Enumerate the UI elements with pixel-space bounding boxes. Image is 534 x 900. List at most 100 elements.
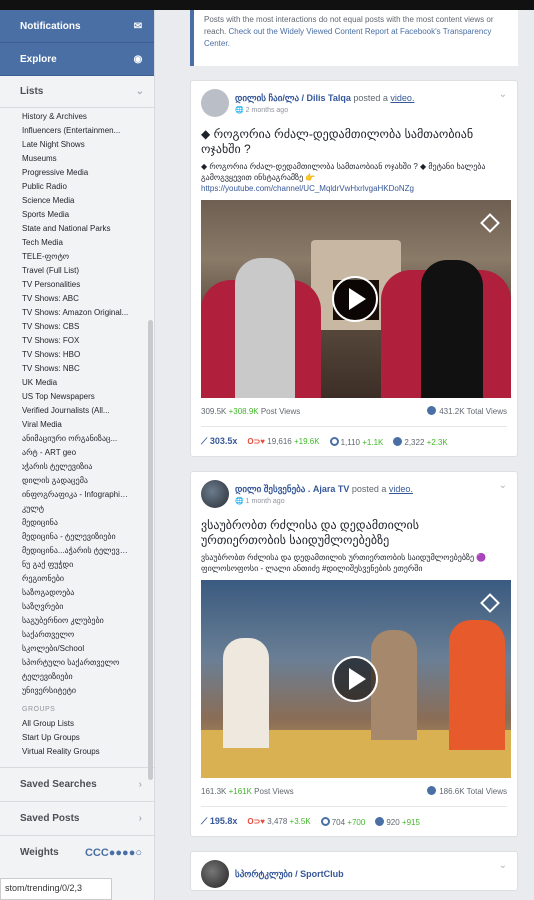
post-desc-text: ◆ როგორია რძალ-დედამთილობა სამთაობიან ოჯ…: [201, 162, 486, 182]
list-item[interactable]: Tech Media: [22, 236, 130, 250]
person: [235, 258, 295, 398]
chevron-right-icon: ›: [138, 813, 142, 824]
saved-posts-label: Saved Posts: [20, 813, 80, 824]
total-views-icon: [427, 406, 437, 415]
lists-list: History & Archives Influencers (Entertain…: [0, 108, 154, 698]
list-item[interactable]: Travel (Full List): [22, 264, 130, 278]
list-item[interactable]: Museums: [22, 152, 130, 166]
overperform-ratio: ⟋ 303.5x: [201, 436, 237, 447]
reactions-icon: O⊃♥: [247, 437, 266, 446]
list-item[interactable]: TV Shows: ABC: [22, 292, 130, 306]
list-item[interactable]: Progressive Media: [22, 166, 130, 180]
list-item[interactable]: US Top Newspapers: [22, 390, 130, 404]
weights[interactable]: Weights CCC●●●●○: [0, 835, 154, 869]
list-item[interactable]: TV Shows: CBS: [22, 320, 130, 334]
list-item[interactable]: რეგიონები: [22, 572, 130, 586]
video-link[interactable]: video.: [390, 93, 414, 103]
play-icon[interactable]: [332, 656, 378, 702]
avatar[interactable]: [201, 89, 229, 117]
list-item[interactable]: Public Radio: [22, 180, 130, 194]
overperform-ratio: ⟋ 195.8x: [201, 816, 237, 827]
post-description: ვსაუბრობთ რძლისა და დედამთილის ურთიერთობ…: [201, 553, 487, 573]
list-item[interactable]: ინფოგრაფიკა - Infographic...: [22, 488, 130, 502]
total-views: 431.2K Total Views: [427, 406, 507, 416]
post-views-value: 161.3K: [201, 786, 227, 796]
share-diamond-icon[interactable]: [480, 593, 500, 613]
ratio-value: 303.5x: [209, 436, 238, 446]
avatar[interactable]: [201, 480, 229, 508]
list-item[interactable]: TV Shows: NBC: [22, 362, 130, 376]
author-name[interactable]: სპორტკლუბი / SportClub: [235, 869, 344, 879]
list-item[interactable]: Viral Media: [22, 418, 130, 432]
post-title: ვსაუბრობთ რძლისა და დედამთილის ურთიერთობ…: [201, 518, 420, 547]
list-item[interactable]: ნუ გაქ ფუჭდი: [22, 558, 130, 572]
group-item[interactable]: All Group Lists: [22, 717, 130, 731]
group-item[interactable]: Virtual Reality Groups: [22, 745, 130, 759]
group-item[interactable]: Start Up Groups: [22, 731, 130, 745]
chevron-down-icon[interactable]: ⌄: [499, 480, 507, 491]
list-item[interactable]: State and National Parks: [22, 222, 130, 236]
post-card: ⌄ დილის ჩაი/ლა / Dilis Talqa posted a vi…: [190, 80, 518, 457]
timestamp: 🌐 1 month ago: [235, 497, 285, 505]
list-item[interactable]: სპორტული საქართველო: [22, 656, 130, 670]
shares-value: 2,322: [404, 437, 425, 447]
list-item[interactable]: საქართველო: [22, 628, 130, 642]
comment-icon: [320, 816, 330, 826]
list-item[interactable]: უნივერსიტეტი: [22, 684, 130, 698]
list-item[interactable]: არტ - ART geo: [22, 446, 130, 460]
timestamp-text: 2 months ago: [245, 106, 289, 114]
list-item[interactable]: საზოგადოება: [22, 586, 130, 600]
compass-icon: ◉: [133, 53, 143, 65]
list-item[interactable]: TV Shows: HBO: [22, 348, 130, 362]
list-item[interactable]: მედიცინა - ტელევიზიები: [22, 530, 130, 544]
nav-notifications[interactable]: Notifications ✉: [0, 10, 154, 43]
list-item[interactable]: დილის გადაცემა: [22, 474, 130, 488]
list-item[interactable]: მედიცინა: [22, 516, 130, 530]
list-item[interactable]: UK Media: [22, 376, 130, 390]
saved-searches[interactable]: Saved Searches ›: [0, 767, 154, 801]
list-item[interactable]: Sports Media: [22, 208, 130, 222]
list-item[interactable]: History & Archives: [22, 110, 130, 124]
views-row: 309.5K +308.9K Post Views 431.2K Total V…: [201, 404, 507, 418]
comments-delta: +700: [347, 817, 366, 827]
list-item[interactable]: საგუბერნიო კლუბები: [22, 614, 130, 628]
views-row: 161.3K +161K Post Views 186.6K Total Vie…: [201, 784, 507, 798]
saved-posts[interactable]: Saved Posts ›: [0, 801, 154, 835]
list-item[interactable]: TV Shows: Amazon Original...: [22, 306, 130, 320]
chevron-down-icon[interactable]: ⌄: [499, 89, 507, 100]
total-views-label: Total Views: [464, 407, 507, 416]
video-thumbnail[interactable]: [201, 580, 511, 778]
sidebar-scrollbar[interactable]: [148, 320, 153, 780]
list-item[interactable]: მედიცინა...აჭარის ტელევიზ...: [22, 544, 130, 558]
share-diamond-icon[interactable]: [480, 213, 500, 233]
list-item[interactable]: Verified Journalists (All...: [22, 404, 130, 418]
weights-icons: CCC●●●●○: [84, 846, 142, 859]
person: [223, 638, 269, 748]
chevron-down-icon: ⌄: [135, 86, 144, 97]
list-item[interactable]: TV Personalities: [22, 278, 130, 292]
avatar[interactable]: [201, 860, 229, 888]
lists-header[interactable]: Lists ⌄: [0, 76, 154, 108]
transparency-link[interactable]: Check out the Widely Viewed Content Repo…: [204, 27, 491, 48]
list-item[interactable]: ტელევიზიები: [22, 670, 130, 684]
nav-explore[interactable]: Explore ◉: [0, 43, 154, 76]
list-item[interactable]: სკოლები/School: [22, 642, 130, 656]
list-item[interactable]: საზღვრები: [22, 600, 130, 614]
reactions-delta: +3.5K: [289, 817, 311, 826]
list-item[interactable]: TV Shows: FOX: [22, 334, 130, 348]
list-item[interactable]: Science Media: [22, 194, 130, 208]
video-thumbnail[interactable]: [201, 200, 511, 398]
author-name[interactable]: დილის ჩაი/ლა / Dilis Talqa: [235, 93, 351, 103]
list-item[interactable]: Influencers (Entertainmen...: [22, 124, 130, 138]
chevron-down-icon[interactable]: ⌄: [499, 860, 507, 871]
youtube-link[interactable]: https://youtube.com/channel/UC_MqldrVwHx…: [201, 184, 414, 193]
timestamp-text: 1 month ago: [245, 497, 285, 505]
list-item[interactable]: TELE-ფოტო: [22, 250, 130, 264]
video-link[interactable]: video.: [389, 484, 413, 494]
list-item[interactable]: აჭარის ტელევიზია: [22, 460, 130, 474]
author-name[interactable]: დილი შესვენება . Ajara TV: [235, 484, 349, 494]
play-icon[interactable]: [332, 276, 378, 322]
list-item[interactable]: კულტ: [22, 502, 130, 516]
list-item[interactable]: ანიმაციური ორგანიზაც...: [22, 432, 130, 446]
list-item[interactable]: Late Night Shows: [22, 138, 130, 152]
